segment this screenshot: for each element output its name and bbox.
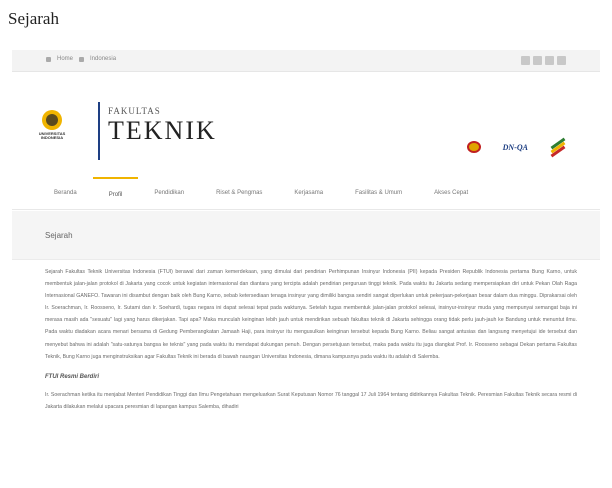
nav-item-beranda[interactable]: Beranda [38, 177, 93, 210]
partner-logo-2[interactable]: DN-QA [503, 143, 528, 152]
top-bar-links: Home Indonesia [46, 56, 116, 62]
article-content: Sejarah Fakultas Teknik Universitas Indo… [45, 266, 577, 413]
home-link[interactable]: Home [57, 56, 73, 62]
page-title-bar: Sejarah [12, 211, 600, 260]
article-paragraph-2: Ir. Soerachman ketika itu menjabat Mente… [45, 391, 577, 410]
seal-figure [46, 114, 58, 126]
page-title: Sejarah [45, 231, 73, 240]
article-paragraph-1: Sejarah Fakultas Teknik Universitas Indo… [45, 269, 577, 360]
youtube-icon[interactable] [545, 56, 554, 65]
nav-item-fasilitas-umum[interactable]: Fasilitas & Umum [339, 177, 418, 210]
brand-divider [98, 102, 100, 160]
nav-item-akses-cepat[interactable]: Akses Cepat [418, 177, 484, 210]
partner-logo-1[interactable] [466, 141, 481, 153]
nav-item-kerjasama[interactable]: Kerjasama [278, 177, 339, 210]
nav-item-riset-pengmas[interactable]: Riset & Pengmas [200, 177, 278, 210]
partner-logo-3[interactable] [550, 137, 566, 158]
top-bar: Home Indonesia [12, 50, 600, 72]
home-icon[interactable] [46, 56, 51, 62]
nav-items: Beranda Profil Pendidikan Riset & Pengmas Ke… [38, 177, 574, 210]
brand-subtitle: FAKULTAS [108, 106, 161, 116]
language-link[interactable]: Indonesia [90, 56, 116, 62]
partner-logos: DN-QA [466, 137, 566, 158]
document-title: Sejarah [8, 9, 59, 28]
seal-text: UNIVERSITAS INDONESIA [38, 131, 66, 140]
nav-item-profil[interactable]: Profil [92, 177, 139, 210]
social-links [521, 56, 566, 65]
site-header: UNIVERSITAS INDONESIA FAKULTAS TEKNIK DN… [12, 72, 600, 177]
twitter-icon[interactable] [533, 56, 542, 65]
facebook-icon[interactable] [521, 56, 530, 65]
main-navigation: Beranda Profil Pendidikan Riset & Pengmas Ke… [12, 177, 600, 210]
article-subheading: FTUI Resmi Berdiri [45, 373, 100, 380]
brand-title[interactable]: TEKNIK [108, 116, 217, 146]
nav-item-pendidikan[interactable]: Pendidikan [138, 177, 200, 210]
language-icon[interactable] [79, 56, 85, 62]
university-logo[interactable]: UNIVERSITAS INDONESIA [34, 110, 70, 144]
instagram-icon[interactable] [557, 56, 566, 65]
